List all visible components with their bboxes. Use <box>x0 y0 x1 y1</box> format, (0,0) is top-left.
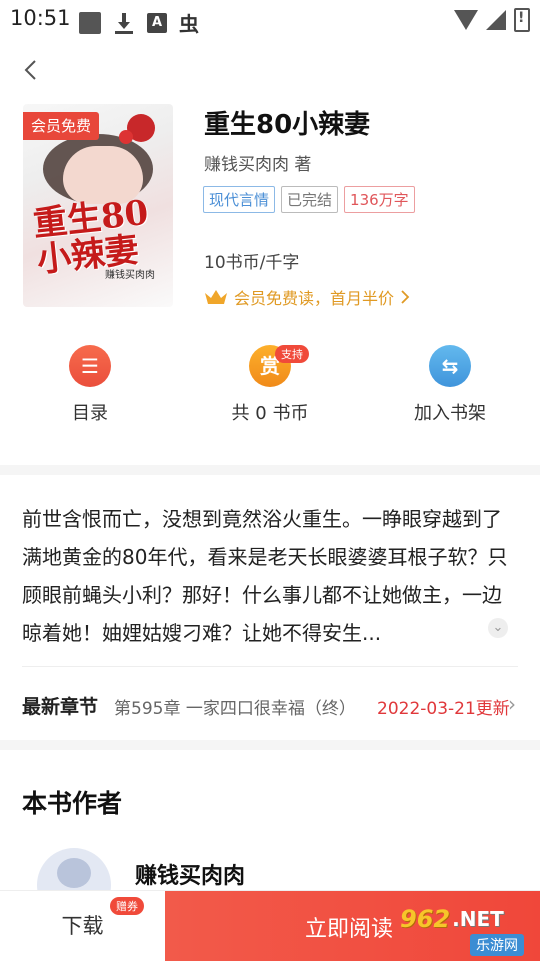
book-description[interactable]: 前世含恨而亡，没想到竟然浴火重生。一睁眼穿越到了满地黄金的80年代，看来是老天长… <box>22 500 512 652</box>
tag-genre[interactable]: 现代言情 <box>203 186 276 213</box>
a-icon: A <box>147 12 167 33</box>
shelf-label: 加入书架 <box>414 403 486 424</box>
tag-word-count: 136万字 <box>344 186 415 213</box>
book-tags: 现代言情 已完结 136万字 <box>203 186 415 213</box>
author-section-heading: 本书作者 <box>22 789 123 818</box>
vip-promo-text: 会员免费读，首月半价 <box>234 289 395 308</box>
status-time: 10:51 <box>10 6 71 30</box>
site-watermark-logo: 962 .NET 乐游网 <box>400 905 536 956</box>
section-divider <box>0 740 540 750</box>
price-text: 10书币/千字 <box>204 253 300 273</box>
crown-icon <box>205 290 227 304</box>
wifi-icon <box>454 10 478 30</box>
latest-chapter-row[interactable]: 最新章节 第595章 一家四口很幸福（终） 2022-03-21更新 › <box>22 692 522 719</box>
toc-label: 目录 <box>72 403 108 424</box>
reward-label: 共 0 书币 <box>231 403 309 424</box>
app-square-icon <box>79 11 101 34</box>
chevron-right-icon: › <box>508 692 516 716</box>
watermark-number: 962 <box>400 905 451 933</box>
book-actions: ☰ 目录 赏 共 0 书币 ⇆ 加入书架 <box>0 345 540 435</box>
coupon-badge: 赠券 <box>110 897 144 915</box>
download-icon <box>113 12 135 34</box>
support-badge: 支持 <box>275 345 309 363</box>
vip-promo-link[interactable]: 会员免费读，首月半价 <box>204 285 410 309</box>
latest-update-date: 2022-03-21更新 <box>377 699 510 719</box>
divider-line <box>22 666 518 667</box>
status-system-icons <box>454 8 530 32</box>
add-to-shelf-button[interactable]: ⇆ 加入书架 <box>370 345 530 425</box>
latest-chapter-title: 第595章 一家四口很幸福（终） <box>114 699 356 719</box>
cover-author: 赚钱买肉肉 <box>105 270 155 281</box>
back-button[interactable] <box>22 58 42 80</box>
member-free-badge: 会员免费 <box>23 112 100 140</box>
toc-button[interactable]: ☰ 目录 <box>10 345 170 425</box>
book-title: 重生80小辣妻 <box>204 110 371 140</box>
battery-icon <box>514 8 530 32</box>
watermark-site-name: 乐游网 <box>470 934 524 956</box>
status-notification-icons: A 虫 <box>79 8 199 37</box>
tag-status: 已完结 <box>281 186 339 213</box>
shelf-icon: ⇆ <box>429 345 471 387</box>
bug-icon: 虫 <box>179 12 199 36</box>
section-divider <box>0 465 540 475</box>
chevron-right-icon <box>401 290 410 304</box>
cover-rose-small <box>119 130 133 144</box>
signal-icon <box>486 10 506 30</box>
reward-button[interactable]: 赏 共 0 书币 <box>190 345 350 425</box>
list-icon: ☰ <box>69 345 111 387</box>
expand-chevron-icon[interactable]: ⌄ <box>488 618 508 638</box>
book-author[interactable]: 赚钱买肉肉 著 <box>204 150 311 175</box>
read-now-label: 立即阅读 <box>305 917 394 942</box>
watermark-net: .NET <box>452 907 504 931</box>
status-bar: 10:51 A 虫 <box>0 0 540 38</box>
chevron-left-icon <box>24 60 36 80</box>
author-name[interactable]: 赚钱买肉肉 <box>135 858 245 890</box>
latest-chapter-label: 最新章节 <box>22 696 99 718</box>
